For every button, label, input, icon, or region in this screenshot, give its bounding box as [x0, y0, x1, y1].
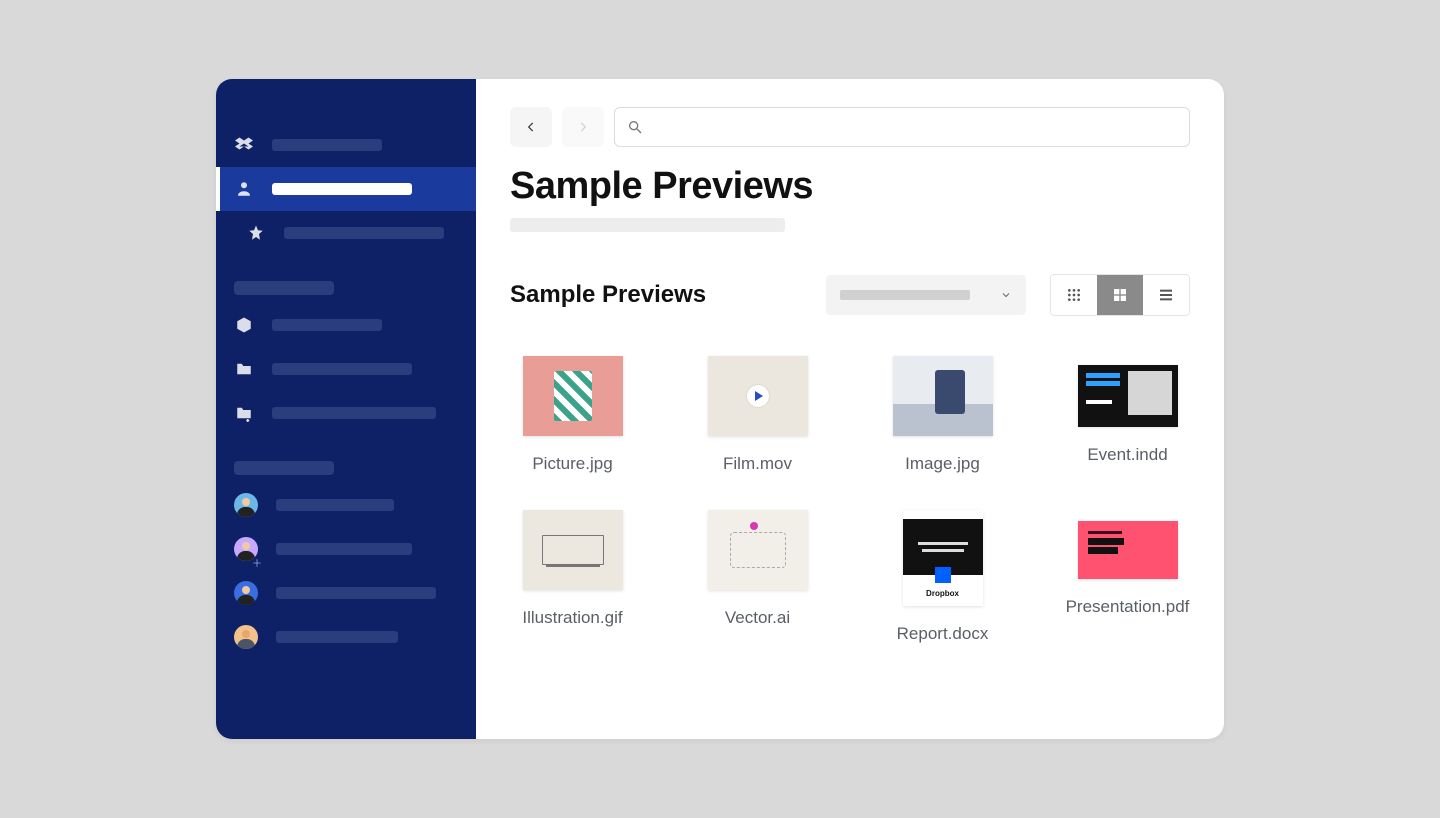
sidebar-label: [276, 587, 436, 599]
sidebar-label: [284, 227, 444, 239]
file-item[interactable]: Vector.ai: [695, 510, 820, 644]
folder-title: Sample Previews: [510, 281, 706, 309]
file-thumbnail: [708, 356, 808, 436]
person-icon: [234, 179, 254, 199]
view-small-grid[interactable]: [1051, 275, 1097, 315]
back-button[interactable]: [510, 107, 552, 147]
chevron-right-icon: [576, 120, 590, 134]
file-item[interactable]: Film.mov: [695, 356, 820, 474]
view-large-grid[interactable]: [1097, 275, 1143, 315]
chevron-down-icon: [1000, 289, 1012, 301]
folder-icon: [234, 359, 254, 379]
sidebar-item-starred[interactable]: [216, 211, 476, 255]
grid-small-icon: [1066, 287, 1082, 303]
sort-dropdown[interactable]: [826, 275, 1026, 315]
list-icon: [1158, 287, 1174, 303]
sidebar-item-folder-a[interactable]: [216, 303, 476, 347]
grid-large-icon: [1112, 287, 1128, 303]
forward-button: [562, 107, 604, 147]
dropbox-icon: [234, 135, 254, 155]
file-thumbnail: [1078, 521, 1178, 579]
sidebar-label: [272, 363, 412, 375]
avatar: [234, 625, 258, 649]
breadcrumb-placeholder: [510, 218, 785, 232]
star-icon: [246, 223, 266, 243]
view-switcher: [1050, 274, 1190, 316]
file-item[interactable]: Event.indd: [1065, 356, 1190, 474]
sidebar-item-user-1[interactable]: [216, 483, 476, 527]
file-name: Presentation.pdf: [1066, 597, 1190, 617]
sidebar: [216, 79, 476, 739]
sidebar-item-dropbox[interactable]: [216, 123, 476, 167]
file-thumbnail: Dropbox: [903, 510, 983, 606]
file-thumbnail: [893, 356, 993, 436]
sidebar-section-header: [234, 281, 334, 295]
sidebar-section-header: [234, 461, 334, 475]
file-thumbnail: [523, 510, 623, 590]
search-icon: [627, 119, 643, 135]
avatar: [234, 493, 258, 517]
file-grid: Picture.jpg Film.mov Image.jpg Event.ind…: [510, 356, 1190, 644]
file-name: Illustration.gif: [522, 608, 622, 628]
sidebar-label: [276, 631, 398, 643]
plus-badge-icon: [252, 555, 262, 565]
sidebar-label: [272, 319, 382, 331]
sidebar-item-new-folder[interactable]: [216, 391, 476, 435]
file-name: Report.docx: [897, 624, 989, 644]
sidebar-item-user-4[interactable]: [216, 615, 476, 659]
sidebar-item-folder-b[interactable]: [216, 347, 476, 391]
play-icon: [747, 385, 769, 407]
file-thumbnail: [1078, 365, 1178, 427]
chevron-left-icon: [524, 120, 538, 134]
page-title: Sample Previews: [510, 165, 1190, 208]
file-thumbnail: [708, 510, 808, 590]
sidebar-label: [272, 407, 436, 419]
file-name: Image.jpg: [905, 454, 980, 474]
app-window: Sample Previews Sample Previews: [216, 79, 1224, 739]
folder-bar: Sample Previews: [510, 274, 1190, 316]
file-name: Vector.ai: [725, 608, 790, 628]
folder-controls: [826, 274, 1190, 316]
file-thumbnail: [523, 356, 623, 436]
file-item[interactable]: Presentation.pdf: [1065, 510, 1190, 644]
sidebar-item-personal[interactable]: [216, 167, 476, 211]
search-input[interactable]: [614, 107, 1190, 147]
folder-plus-icon: [234, 403, 254, 423]
sidebar-label: [272, 183, 412, 195]
file-item[interactable]: Illustration.gif: [510, 510, 635, 644]
sidebar-item-user-3[interactable]: [216, 571, 476, 615]
dropdown-label: [840, 290, 970, 300]
sidebar-label: [276, 499, 394, 511]
main-content: Sample Previews Sample Previews: [476, 79, 1224, 739]
sidebar-label: [272, 139, 382, 151]
file-item[interactable]: Image.jpg: [880, 356, 1005, 474]
toolbar: [510, 107, 1190, 147]
box-icon: [234, 315, 254, 335]
avatar: [234, 581, 258, 605]
file-item[interactable]: Picture.jpg: [510, 356, 635, 474]
file-item[interactable]: Dropbox Report.docx: [880, 510, 1005, 644]
file-name: Picture.jpg: [532, 454, 612, 474]
view-list[interactable]: [1143, 275, 1189, 315]
sidebar-label: [276, 543, 412, 555]
file-name: Film.mov: [723, 454, 792, 474]
sidebar-item-user-2[interactable]: [216, 527, 476, 571]
file-name: Event.indd: [1087, 445, 1167, 465]
